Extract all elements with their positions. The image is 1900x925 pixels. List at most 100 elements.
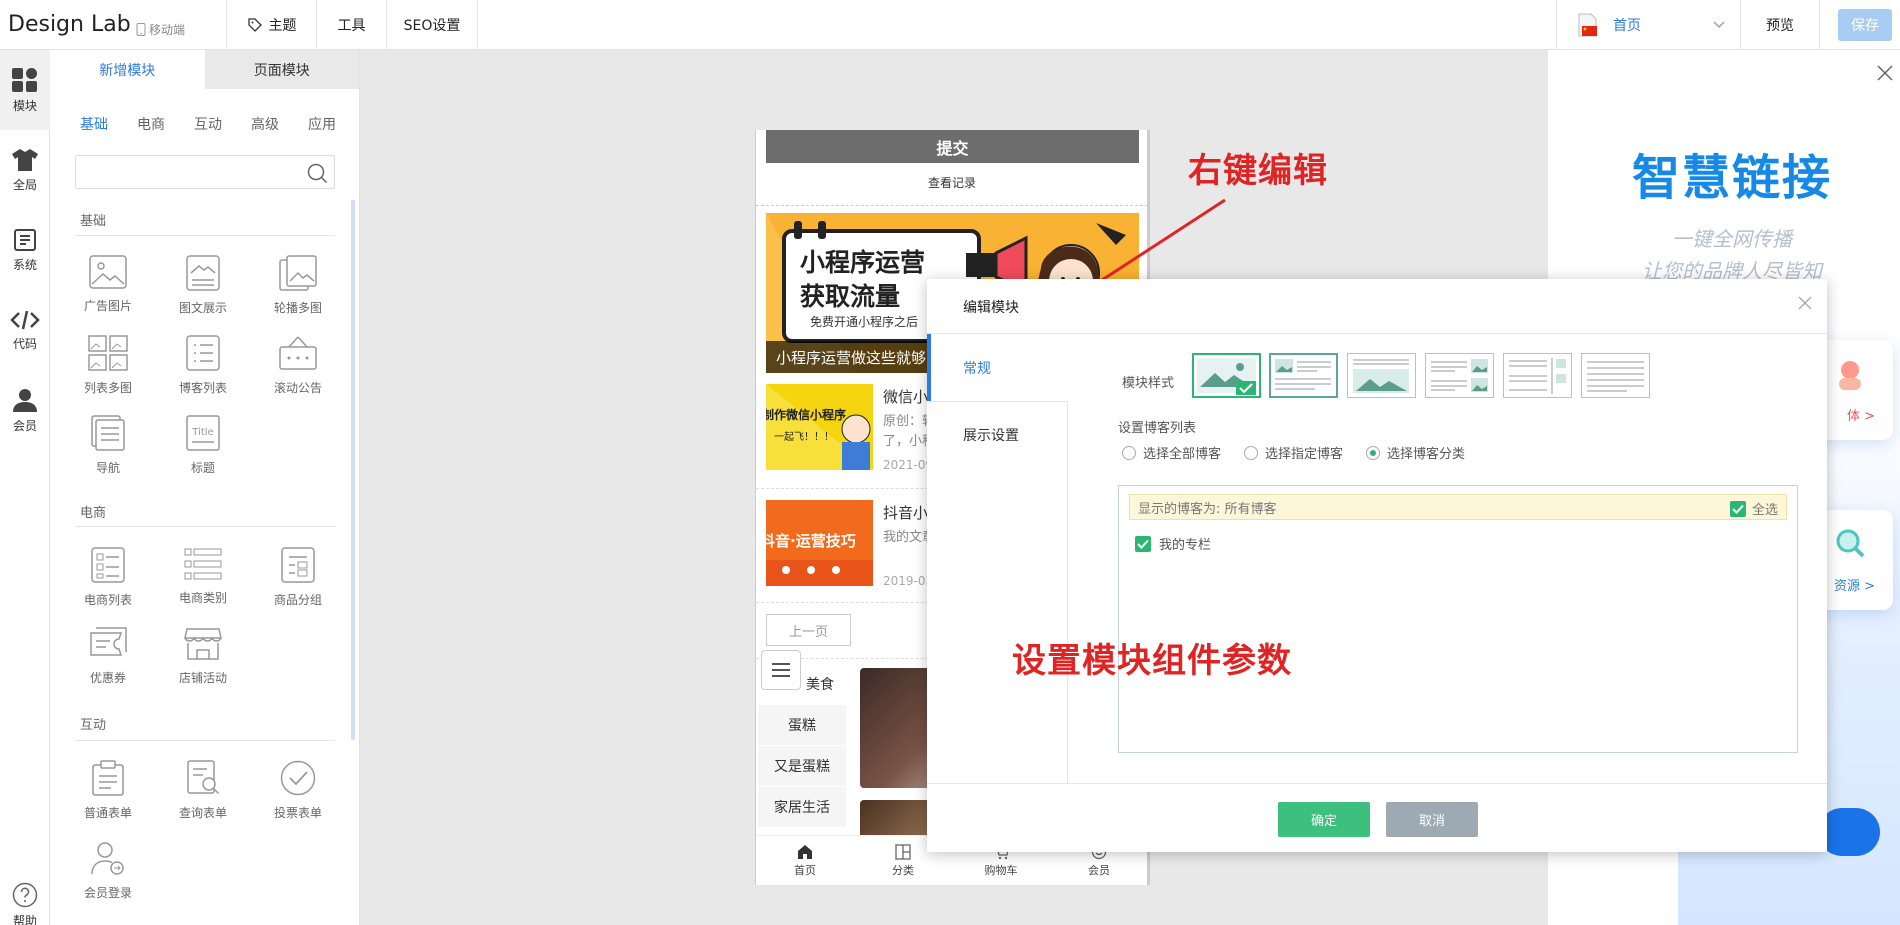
rail-item-member[interactable]: 会员	[0, 370, 50, 450]
nav-seo[interactable]: SEO设置	[386, 0, 478, 50]
radio-specific-blogs[interactable]: 选择指定博客	[1244, 443, 1343, 462]
rail-item-label: 代码	[12, 336, 37, 351]
module-store-activity[interactable]: 店铺活动	[163, 627, 243, 686]
category-item[interactable]: 家居生活	[758, 787, 846, 827]
checkbox-checked[interactable]	[1135, 535, 1151, 552]
style-option-text-only[interactable]	[1581, 353, 1650, 398]
module-label: 广告图片	[83, 299, 132, 313]
list-item[interactable]: 我的专栏	[1135, 534, 1211, 553]
prev-page-button[interactable]: 上一页	[766, 614, 851, 646]
radio-all-blogs[interactable]: 选择全部博客	[1122, 443, 1221, 462]
nav-tools[interactable]: 工具	[316, 0, 386, 50]
category-item[interactable]: 蛋糕	[758, 705, 846, 745]
section-title-ecommerce: 电商	[80, 506, 107, 521]
rail-item-modules[interactable]: 模块	[0, 50, 50, 130]
promo-search-icon	[1836, 529, 1865, 558]
menu-icon[interactable]	[761, 650, 801, 690]
subtab-advanced[interactable]: 高级	[251, 114, 279, 134]
rail-item-help[interactable]: 帮助	[0, 875, 50, 925]
tab-general[interactable]: 常规	[927, 334, 1068, 401]
list-item-label: 我的专栏	[1159, 538, 1212, 553]
module-vote-form[interactable]: 投票表单	[258, 760, 338, 821]
panel-tabs: 新增模块 页面模块	[50, 50, 359, 89]
checkbox-checked[interactable]	[1729, 500, 1746, 517]
radio-blog-category[interactable]: 选择博客分类	[1366, 443, 1465, 462]
module-ad-image[interactable]: 广告图片	[68, 255, 148, 314]
nav-theme[interactable]: 主题	[226, 0, 316, 50]
module-list-images[interactable]: 列表多图	[68, 335, 148, 396]
tabbar-home[interactable]: 首页	[756, 836, 854, 885]
module-blog-list[interactable]: 博客列表	[163, 335, 243, 396]
module-image-text[interactable]: 图文展示	[163, 255, 243, 316]
module-search-input[interactable]	[82, 157, 302, 187]
module-scroll-notice[interactable]: 滚动公告	[258, 335, 338, 396]
blog-thumbnail: 制作微信小程序 一起飞！！！	[766, 384, 873, 470]
style-option-left-image[interactable]	[1269, 353, 1338, 398]
rail-item-code[interactable]: 代码	[0, 290, 50, 370]
radio-circle[interactable]	[1122, 445, 1136, 460]
subtab-interactive[interactable]: 互动	[194, 114, 222, 134]
radio-label: 选择全部博客	[1143, 447, 1222, 462]
panel-scrollbar[interactable]	[351, 200, 355, 740]
tabbar-label: 购物车	[984, 863, 1018, 877]
module-navigation[interactable]: 导航	[68, 415, 148, 476]
preview-button[interactable]: 预览	[1740, 0, 1820, 50]
tab-page-module[interactable]: 页面模块	[204, 50, 359, 89]
phone-icon	[136, 23, 146, 36]
confirm-button[interactable]: 确定	[1278, 802, 1370, 837]
module-query-form[interactable]: 查询表单	[163, 760, 243, 821]
mobile-toggle[interactable]: 移动端	[136, 21, 185, 38]
style-option-large-image[interactable]	[1192, 353, 1261, 398]
right-image-style-icon	[1431, 359, 1488, 392]
save-button[interactable]: 保存	[1838, 9, 1892, 41]
rail-item-global[interactable]: 全局	[0, 130, 50, 210]
rail-item-system[interactable]: 系统	[0, 210, 50, 290]
module-label: 优惠券	[89, 671, 126, 685]
close-icon[interactable]	[1876, 64, 1894, 82]
radio-circle[interactable]	[1244, 445, 1258, 460]
tab-display-settings[interactable]: 展示设置	[927, 401, 1068, 468]
cancel-button[interactable]: 取消	[1386, 802, 1478, 837]
list-header: 显示的博客为: 所有博客 全选	[1129, 494, 1787, 520]
module-coupon[interactable]: 优惠券	[68, 627, 148, 686]
category-list-icon	[184, 548, 222, 580]
module-ecommerce-category[interactable]: 电商类别	[163, 547, 243, 606]
promo-card-link: 体 >	[1846, 409, 1875, 424]
tab-add-module[interactable]: 新增模块	[50, 50, 205, 89]
style-option-right-image[interactable]	[1425, 353, 1494, 398]
submit-button[interactable]: 提交	[766, 130, 1139, 163]
radio-circle-selected[interactable]	[1366, 445, 1380, 460]
subtab-basic[interactable]: 基础	[80, 114, 108, 134]
module-label: 查询表单	[178, 806, 227, 820]
close-icon[interactable]	[1797, 295, 1813, 311]
module-member-login[interactable]: 会员登录	[68, 840, 148, 901]
module-title[interactable]: Title 标题	[163, 415, 243, 476]
dialog-side-nav: 常规 展示设置	[927, 334, 1068, 783]
select-all-checkbox[interactable]: 全选	[1729, 499, 1778, 518]
blog-thumbnail-subtext: 一起飞！！！	[774, 432, 834, 443]
blog-title: 微信小	[883, 388, 929, 406]
page-select[interactable]: 首页	[1556, 0, 1740, 50]
module-label: 导航	[95, 461, 120, 475]
subtab-apps[interactable]: 应用	[308, 114, 336, 134]
code-icon	[10, 310, 40, 329]
rail-item-label: 帮助	[12, 913, 37, 925]
style-option-text-image[interactable]	[1347, 353, 1416, 398]
module-ecommerce-list[interactable]: 电商列表	[68, 547, 148, 608]
divider	[75, 235, 335, 236]
module-carousel[interactable]: 轮播多图	[258, 255, 338, 316]
view-records-link[interactable]: 查看记录	[756, 174, 1147, 191]
svg-text:Title: Title	[191, 427, 213, 438]
search-icon[interactable]	[306, 162, 328, 184]
module-search[interactable]	[75, 155, 335, 189]
banner-headline-2: 获取流量	[800, 282, 901, 311]
style-option-timeline[interactable]	[1503, 353, 1572, 398]
list-header-label: 显示的博客为: 所有博客	[1138, 501, 1277, 517]
category-item[interactable]: 又是蛋糕	[758, 746, 846, 786]
subtab-ecommerce[interactable]: 电商	[137, 114, 165, 134]
section-title-basic: 基础	[80, 214, 107, 229]
shirt-icon	[12, 148, 38, 171]
check-circle-icon	[280, 760, 316, 796]
module-normal-form[interactable]: 普通表单	[68, 760, 148, 821]
module-product-group[interactable]: 商品分组	[258, 547, 338, 608]
